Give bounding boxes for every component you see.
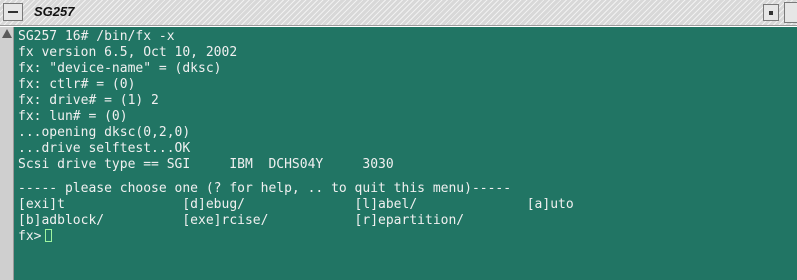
- terminal-line: SG257 16# /bin/fx -x: [18, 29, 175, 44]
- title-bar[interactable]: SG257: [0, 0, 797, 26]
- scroll-up-arrow-icon[interactable]: [2, 29, 12, 38]
- iconify-icon[interactable]: [763, 4, 779, 21]
- terminal-line: Scsi drive type == SGI IBM DCHS04Y 3030: [18, 157, 394, 172]
- window-menu-icon[interactable]: [3, 3, 23, 21]
- maximize-icon[interactable]: [784, 2, 797, 23]
- menu-header-line: ----- please choose one (? for help, .. …: [18, 181, 512, 196]
- terminal-line: fx: drive# = (1) 2: [18, 93, 159, 108]
- text-cursor: [45, 229, 53, 242]
- menu-bar-glyph: [8, 11, 18, 13]
- vertical-scrollbar[interactable]: [0, 27, 14, 280]
- shell-prompt: fx>: [18, 229, 42, 244]
- terminal-line: ...opening dksc(0,2,0): [18, 125, 191, 140]
- terminal-line: fx: "device-name" = (dksc): [18, 61, 222, 76]
- window-title: SG257: [34, 4, 75, 19]
- iconify-dot-glyph: [769, 11, 773, 15]
- terminal-line: fx: ctlr# = (0): [18, 77, 136, 92]
- prompt-line[interactable]: fx>: [18, 229, 797, 245]
- menu-options-line: [b]adblock/ [exe]rcise/ [r]epartition/: [18, 213, 465, 228]
- terminal-line: ...drive selftest...OK: [18, 141, 191, 156]
- terminal-line: fx version 6.5, Oct 10, 2002: [18, 45, 238, 60]
- terminal-output[interactable]: SG257 16# /bin/fx -x fx version 6.5, Oct…: [14, 27, 797, 280]
- terminal-window: SG257 SG257 16# /bin/fx -x fx version 6.…: [0, 0, 797, 280]
- terminal-line: fx: lun# = (0): [18, 109, 128, 124]
- menu-options-line: [exi]t [d]ebug/ [l]abel/ [a]uto: [18, 197, 574, 212]
